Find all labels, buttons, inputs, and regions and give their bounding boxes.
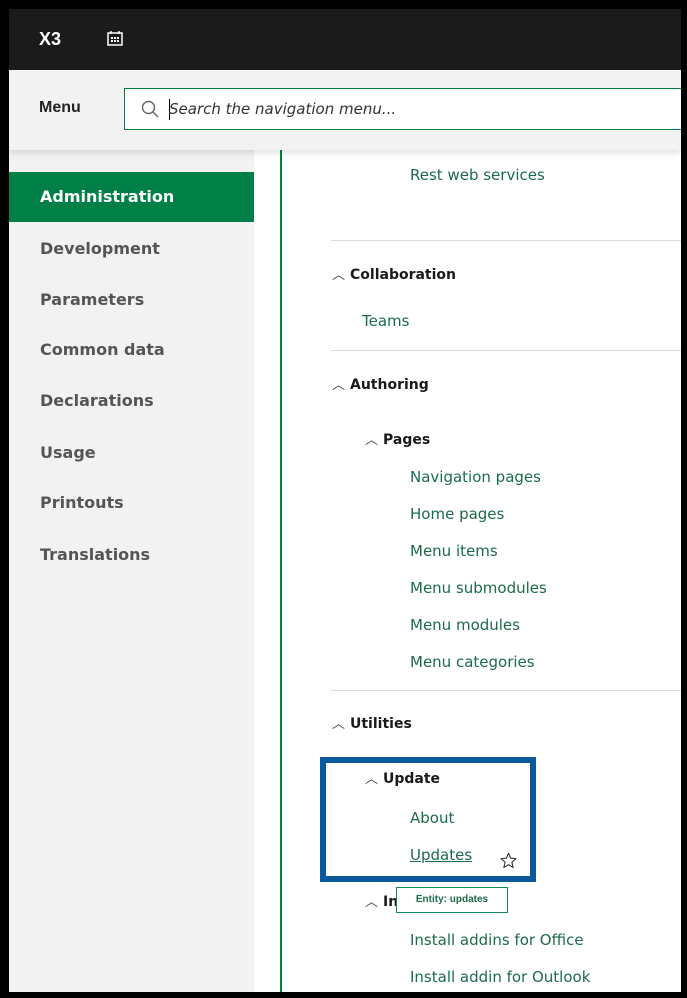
menu-bar: Menu (9, 70, 681, 150)
link-install-addins-office[interactable]: Install addins for Office (410, 931, 584, 949)
link-menu-categories[interactable]: Menu categories (410, 653, 535, 671)
divider (331, 240, 681, 241)
divider (331, 690, 681, 691)
search-input[interactable] (169, 97, 669, 121)
chevron-up-icon: ︿ (332, 268, 346, 283)
chevron-up-icon: ︿ (332, 717, 346, 732)
section-title: Collaboration (350, 267, 457, 283)
sidebar-item-administration[interactable]: Administration (9, 172, 254, 222)
link-menu-modules[interactable]: Menu modules (410, 616, 520, 634)
subsection-pages[interactable]: ︿ Pages (365, 429, 430, 448)
link-navigation-pages[interactable]: Navigation pages (410, 468, 541, 486)
menu-content: Rest web services ︿ Collaboration Teams ︿… (254, 150, 681, 992)
link-rest-web-services[interactable]: Rest web services (410, 166, 545, 184)
app-name[interactable]: X3 (39, 29, 61, 50)
top-bar: X3 (9, 9, 681, 70)
section-title: Utilities (350, 716, 412, 732)
sidebar-item-printouts[interactable]: Printouts (9, 478, 254, 528)
sidebar: Administration Development Parameters Co… (9, 150, 254, 992)
section-collaboration[interactable]: ︿ Collaboration (332, 264, 456, 283)
search-box[interactable] (124, 88, 681, 130)
link-install-addin-outlook[interactable]: Install addin for Outlook (410, 968, 590, 986)
section-utilities[interactable]: ︿ Utilities (332, 713, 412, 732)
sidebar-item-common-data[interactable]: Common data (9, 325, 254, 375)
section-authoring[interactable]: ︿ Authoring (332, 374, 429, 393)
sidebar-item-parameters[interactable]: Parameters (9, 275, 254, 325)
link-about[interactable]: About (410, 809, 454, 827)
active-indicator-line (280, 150, 282, 992)
tooltip: Entity: updates (396, 887, 508, 913)
app-frame: X3 Menu Administration Development Param… (9, 9, 681, 992)
sidebar-item-usage[interactable]: Usage (9, 428, 254, 478)
search-icon (141, 100, 159, 118)
chevron-up-icon: ︿ (332, 378, 346, 393)
link-home-pages[interactable]: Home pages (410, 505, 504, 523)
sidebar-item-declarations[interactable]: Declarations (9, 376, 254, 426)
chevron-up-icon: ︿ (365, 772, 379, 787)
chevron-up-icon: ︿ (365, 895, 379, 910)
divider (331, 350, 681, 351)
link-menu-submodules[interactable]: Menu submodules (410, 579, 547, 597)
sidebar-item-translations[interactable]: Translations (9, 530, 254, 580)
menu-label: Menu (39, 99, 81, 116)
star-icon[interactable] (500, 852, 517, 869)
link-updates[interactable]: Updates (410, 846, 472, 864)
chevron-up-icon: ︿ (365, 433, 379, 448)
link-menu-items[interactable]: Menu items (410, 542, 498, 560)
section-title: Authoring (350, 377, 429, 393)
subsection-title: Pages (383, 432, 431, 448)
sidebar-item-development[interactable]: Development (9, 224, 254, 274)
subsection-title: Update (383, 771, 441, 787)
subsection-update[interactable]: ︿ Update (365, 768, 440, 787)
link-teams[interactable]: Teams (362, 312, 409, 330)
calendar-icon[interactable] (107, 30, 123, 46)
